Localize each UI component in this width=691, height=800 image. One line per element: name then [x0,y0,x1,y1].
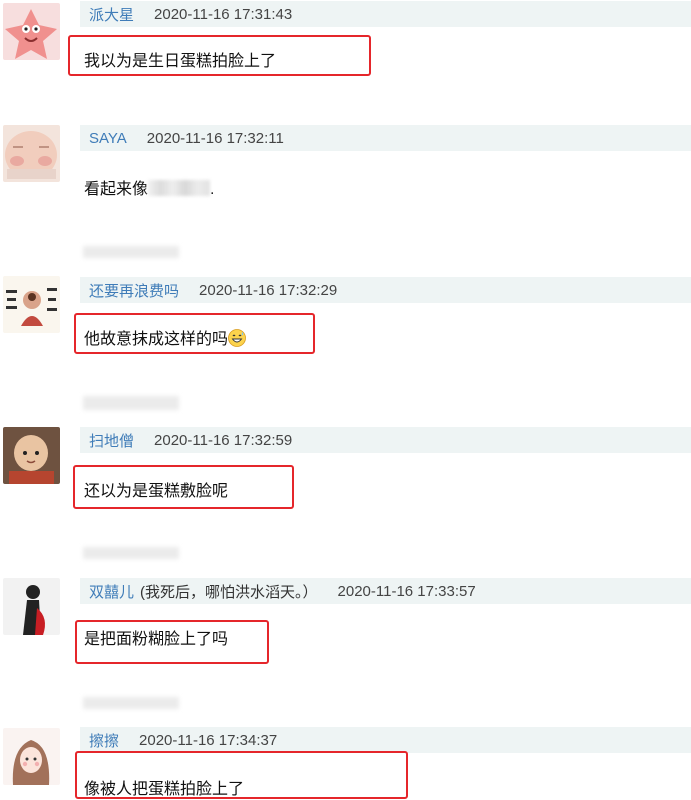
username-link[interactable]: 派大星 [89,4,134,25]
little-monk-avatar-icon[interactable] [3,427,60,484]
username-link[interactable]: 双囍儿 [89,581,134,602]
comment-meta: 擦擦 2020-11-16 17:34:37 [80,727,691,753]
comment-meta: 扫地僧 2020-11-16 17:32:59 [80,427,691,453]
timestamp: 2020-11-16 17:32:29 [199,281,338,299]
highlight-box [75,620,269,664]
comment-text-visible: 看起来像 [84,181,149,198]
buddha-calligraphy-avatar-icon[interactable] [3,276,60,333]
comment-meta: 派大星 2020-11-16 17:31:43 [80,1,691,27]
username-link[interactable]: 还要再浪费吗 [89,280,179,301]
highlight-box [73,465,294,509]
username-link[interactable]: SAYA [89,130,127,147]
blurred-reply-link [83,697,179,709]
comment-meta: 双囍儿 (我死后，哪怕洪水滔天。） 2020-11-16 17:33:57 [80,578,691,604]
patrick-star-avatar-icon[interactable] [3,3,60,60]
timestamp: 2020-11-16 17:32:11 [146,129,284,147]
blurred-reply-link [83,396,179,410]
drawn-girl-avatar-icon[interactable] [3,728,60,785]
timestamp: 2020-11-16 17:33:57 [337,582,476,600]
timestamp: 2020-11-16 17:31:43 [154,5,293,23]
username-link[interactable]: 擦擦 [89,730,119,751]
username-link[interactable]: 扫地僧 [89,430,134,451]
timestamp: 2020-11-16 17:34:37 [139,731,278,749]
blurred-reply-link [83,547,179,559]
blurred-reply-link [83,246,179,258]
blurred-content [148,180,211,196]
comment-meta: SAYA 2020-11-16 17:32:11 [80,125,691,151]
highlight-box [74,313,315,354]
comment-text-suffix: . [210,181,215,198]
silhouette-avatar-icon[interactable] [3,578,60,635]
highlight-box [68,35,371,76]
timestamp: 2020-11-16 17:32:59 [154,431,293,449]
highlight-box [75,751,408,799]
baby-face-avatar-icon[interactable] [3,125,60,182]
comment-text: 看起来像. [84,175,214,199]
user-signature: (我死后，哪怕洪水滔天。） [140,583,318,601]
comment-meta: 还要再浪费吗 2020-11-16 17:32:29 [80,277,691,303]
